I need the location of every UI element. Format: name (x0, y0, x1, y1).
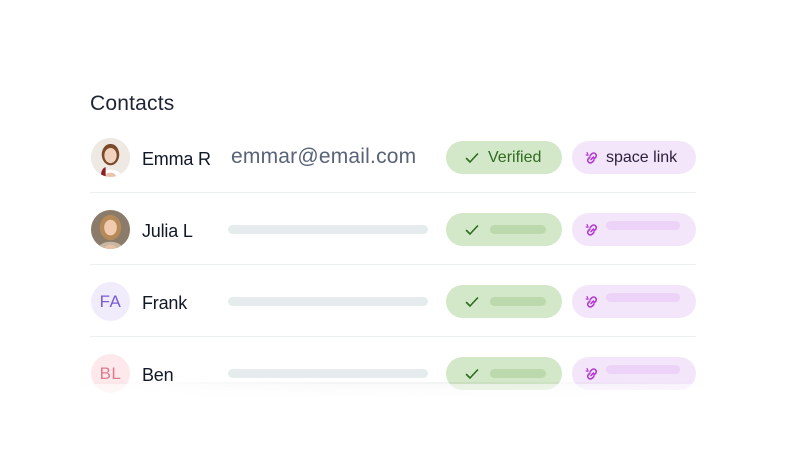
link-chain-icon (585, 367, 598, 380)
contact-row[interactable]: Julia L (90, 193, 696, 265)
avatar-initials: BL (99, 363, 122, 383)
check-icon (465, 296, 479, 307)
contact-email: emmar@email.com (231, 145, 417, 168)
check-icon (465, 152, 479, 163)
contact-name: Frank (142, 293, 188, 313)
avatar-initials: FA (99, 291, 122, 311)
link-chain-icon (585, 295, 598, 308)
check-icon (465, 368, 479, 379)
page-title: Contacts (90, 92, 175, 115)
contact-row[interactable]: FA Frank (90, 265, 696, 337)
space-link-placeholder (606, 293, 680, 302)
list-fade-overlay (0, 384, 786, 450)
space-link-button[interactable]: space link (572, 141, 696, 174)
verified-badge: Verified (446, 141, 562, 174)
space-link-placeholder (606, 365, 680, 374)
verified-badge (446, 213, 562, 246)
link-chain-icon (585, 151, 598, 164)
space-link-button[interactable] (572, 285, 696, 318)
contact-name: Julia L (142, 221, 193, 241)
contacts-list: Emma R emmar@email.com Verified space li… (90, 121, 696, 409)
verified-badge (446, 285, 562, 318)
verified-label: Verified (488, 148, 542, 166)
verified-label-placeholder (490, 369, 546, 378)
contact-name: Emma R (142, 149, 211, 169)
verified-label-placeholder (490, 225, 546, 234)
contacts-page: Contacts Emma R emmar@email.com Verified… (0, 0, 786, 450)
email-placeholder (228, 297, 428, 306)
avatar (91, 138, 130, 177)
space-link-label: space link (606, 148, 678, 166)
avatar: FA (91, 282, 130, 321)
verified-label-placeholder (490, 297, 546, 306)
contact-row[interactable]: Emma R emmar@email.com Verified space li… (90, 121, 696, 193)
space-link-button[interactable] (572, 213, 696, 246)
avatar (91, 210, 130, 249)
check-icon (465, 224, 479, 235)
email-placeholder (228, 225, 428, 234)
space-link-placeholder (606, 221, 680, 230)
email-placeholder (228, 369, 428, 378)
link-chain-icon (585, 223, 598, 236)
